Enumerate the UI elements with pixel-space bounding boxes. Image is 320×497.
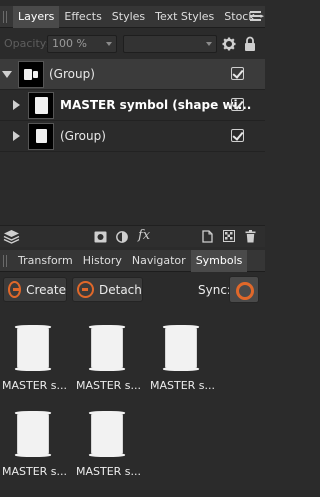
tab-styles[interactable]: Styles	[107, 6, 150, 28]
layer-label: MASTER symbol (shape wi...	[60, 98, 252, 112]
opacity-dropdown[interactable]: 100 %	[47, 35, 117, 53]
symbol-name: MASTER s...	[150, 379, 216, 392]
visibility-checkbox[interactable]	[231, 67, 244, 80]
symbol-thumbnail	[163, 325, 199, 371]
symbol-thumbnail	[89, 325, 125, 371]
chevron-down-icon	[206, 42, 212, 46]
expand-arrow-icon[interactable]	[13, 100, 20, 110]
symbol-thumbnail	[15, 325, 51, 371]
visibility-checkbox[interactable]	[231, 98, 244, 111]
tab-text-styles[interactable]: Text Styles	[150, 6, 219, 28]
detach-label: Detach	[99, 282, 142, 297]
layer-row[interactable]: (Group)	[0, 121, 265, 152]
thumbnail-shape	[36, 129, 47, 143]
opacity-row: Opacity: 100 %	[0, 33, 265, 55]
symbol-item[interactable]: MASTER s...	[2, 325, 72, 407]
symbol-name: MASTER s...	[2, 465, 68, 478]
create-button[interactable]: Create	[3, 277, 67, 302]
tab-symbols[interactable]: Symbols	[190, 249, 248, 272]
layers-toolbar: fx	[0, 225, 265, 247]
symbol-item[interactable]: MASTER s...	[150, 325, 220, 407]
adjustment-icon[interactable]	[116, 231, 128, 243]
layer-label: (Group)	[60, 129, 106, 143]
symbol-thumbnail	[89, 411, 125, 457]
fx-icon[interactable]: fx	[138, 229, 150, 243]
sync-toggle[interactable]	[229, 276, 259, 303]
symbol-thumbnail	[15, 411, 51, 457]
detach-button[interactable]: Detach	[72, 277, 143, 302]
opacity-label: Opacity:	[4, 37, 50, 50]
layer-thumbnail	[28, 92, 54, 119]
blend-mode-dropdown[interactable]	[123, 35, 217, 53]
panel-grip-icon[interactable]	[3, 254, 13, 267]
tab-layers[interactable]: Layers	[13, 5, 60, 28]
detach-symbol-icon	[77, 281, 94, 298]
lock-icon[interactable]	[243, 36, 257, 52]
layer-row[interactable]: (Group)	[0, 59, 265, 90]
symbol-name: MASTER s...	[2, 379, 68, 392]
new-layer-icon[interactable]	[202, 230, 213, 243]
collapse-arrow-icon[interactable]	[2, 71, 12, 78]
create-label: Create	[26, 282, 66, 297]
tab-effects[interactable]: Effects	[59, 6, 106, 28]
tab-transform[interactable]: Transform	[13, 250, 78, 272]
layer-thumbnail	[18, 61, 44, 88]
create-symbol-icon	[8, 281, 22, 298]
tab-history[interactable]: History	[78, 250, 127, 272]
trash-icon[interactable]	[245, 230, 256, 243]
tab-navigator[interactable]: Navigator	[127, 250, 191, 272]
symbols-tab-bar: Transform History Navigator Symbols	[0, 249, 265, 272]
symbols-toolbar: Create Detach Sync:	[0, 276, 265, 304]
layers-tab-bar: Layers Effects Styles Text Styles Stock …	[0, 5, 265, 28]
opacity-value: 100 %	[52, 37, 87, 50]
panel-menu-icon[interactable]: ▸	[250, 11, 264, 23]
pixel-layer-icon[interactable]	[223, 230, 235, 242]
symbol-item[interactable]: MASTER s...	[76, 411, 146, 493]
thumbnail-shape	[33, 71, 38, 78]
layer-row[interactable]: MASTER symbol (shape wi...	[0, 90, 265, 121]
symbol-item[interactable]: MASTER s...	[2, 411, 72, 493]
thumbnail-shape	[24, 69, 32, 80]
gear-icon[interactable]	[222, 37, 236, 51]
chevron-down-icon	[106, 42, 112, 46]
symbol-name: MASTER s...	[76, 379, 142, 392]
mask-icon[interactable]	[94, 231, 107, 243]
symbol-name: MASTER s...	[76, 465, 142, 478]
visibility-checkbox[interactable]	[231, 129, 244, 142]
sync-label: Sync:	[198, 283, 231, 297]
layers-stack-icon[interactable]	[3, 229, 20, 244]
symbol-item[interactable]: MASTER s...	[76, 325, 146, 407]
layer-thumbnail	[28, 123, 54, 150]
layer-label: (Group)	[49, 67, 95, 81]
expand-arrow-icon[interactable]	[13, 131, 20, 141]
panel-grip-icon[interactable]	[3, 10, 13, 23]
thumbnail-shape	[35, 97, 48, 114]
